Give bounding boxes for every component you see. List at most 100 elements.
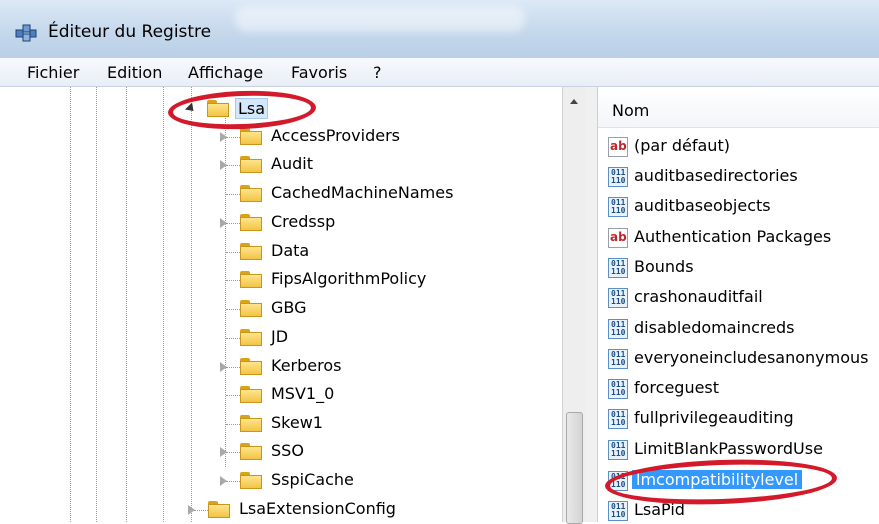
value-row[interactable]: 011 110 LimitBlankPasswordUse <box>606 436 879 464</box>
folder-icon <box>240 300 262 317</box>
value-row[interactable]: 011 110 forceguest <box>606 375 879 403</box>
value-name: auditbaseobjects <box>634 196 771 215</box>
folder-icon <box>240 386 262 403</box>
registry-editor-icon <box>15 24 37 42</box>
folder-icon <box>240 443 262 460</box>
binary-value-icon: 011 110 <box>608 471 628 491</box>
value-name: auditbasedirectories <box>634 166 798 185</box>
binary-value-icon: 011 110 <box>608 319 628 339</box>
registry-tree[interactable]: Lsa AccessProviders Audit CachedMachineN… <box>0 87 562 522</box>
tree-node-msv1-0[interactable]: MSV1_0 <box>214 381 514 408</box>
tree-node-jd[interactable]: JD <box>214 324 514 351</box>
binary-value-icon: 011 110 <box>608 379 628 399</box>
menu-affichage[interactable]: Affichage <box>188 63 263 82</box>
value-row[interactable]: 011 110 fullprivilegeauditing <box>606 405 879 433</box>
value-name: Authentication Packages <box>634 227 832 246</box>
value-name: everyoneincludesanonymous <box>634 348 869 367</box>
tree-node-cachedmachinenames[interactable]: CachedMachineNames <box>214 180 514 207</box>
folder-icon <box>240 128 262 145</box>
values-list[interactable]: Nom ab (par défaut) 011 110 auditbasedir… <box>598 87 879 522</box>
tree-node-lsa[interactable]: Lsa <box>180 96 300 123</box>
binary-value-icon: 011 110 <box>608 197 628 217</box>
tree-node-label: Kerberos <box>271 356 342 375</box>
folder-icon <box>208 501 230 518</box>
value-row[interactable]: 011 110 auditbasedirectories <box>606 163 879 191</box>
tree-node-label: FipsAlgorithmPolicy <box>271 269 427 288</box>
column-header-nom[interactable]: Nom <box>598 87 879 128</box>
binary-value-icon: 011 110 <box>608 258 628 278</box>
folder-icon <box>207 100 229 117</box>
scroll-thumb[interactable] <box>566 412 583 524</box>
binary-value-icon: 011 110 <box>608 501 628 521</box>
value-row[interactable]: ab (par défaut) <box>606 133 879 161</box>
string-value-icon: ab <box>608 137 628 157</box>
value-row[interactable]: 011 110 LsaPid <box>606 497 879 522</box>
binary-value-icon: 011 110 <box>608 440 628 460</box>
menu-bar: Fichier Edition Affichage Favoris ? <box>0 58 879 87</box>
value-name: crashonauditfail <box>634 287 763 306</box>
menu-fichier[interactable]: Fichier <box>27 63 79 82</box>
value-row[interactable]: 011 110 disabledomaincreds <box>606 315 879 343</box>
tree-node-skew1[interactable]: Skew1 <box>214 410 514 437</box>
tree-node-credssp[interactable]: Credssp <box>214 209 514 236</box>
binary-value-icon: 011 110 <box>608 167 628 187</box>
tree-node-lsaextensionconfig[interactable]: LsaExtensionConfig <box>182 496 482 522</box>
tree-node-fipsalgorithmpolicy[interactable]: FipsAlgorithmPolicy <box>214 266 514 293</box>
tree-node-label: SspiCache <box>271 470 354 489</box>
scroll-up-arrow-icon[interactable] <box>570 99 578 104</box>
value-name: disabledomaincreds <box>634 318 795 337</box>
value-name: Bounds <box>634 257 694 276</box>
tree-node-label: JD <box>271 327 289 346</box>
binary-value-icon: 011 110 <box>608 288 628 308</box>
folder-icon <box>240 358 262 375</box>
tree-node-audit[interactable]: Audit <box>214 151 514 178</box>
menu-help[interactable]: ? <box>373 63 382 82</box>
tree-node-sspicache[interactable]: SspiCache <box>214 467 514 494</box>
value-row[interactable]: 011 110 everyoneincludesanonymous <box>606 345 879 373</box>
folder-icon <box>240 415 262 432</box>
value-row[interactable]: 011 110 Bounds <box>606 254 879 282</box>
folder-icon <box>240 156 262 173</box>
pane-splitter[interactable] <box>585 87 598 522</box>
value-name: (par défaut) <box>634 136 730 155</box>
value-row-selected[interactable]: 011 110 lmcompatibilitylevel <box>606 467 879 495</box>
tree-node-label: Audit <box>271 154 313 173</box>
tree-node-data[interactable]: Data <box>214 238 514 265</box>
value-name: lmcompatibilitylevel <box>632 470 803 489</box>
folder-icon <box>240 271 262 288</box>
tree-node-kerberos[interactable]: Kerberos <box>214 353 514 380</box>
value-name: fullprivilegeauditing <box>634 408 794 427</box>
tree-node-label: AccessProviders <box>271 126 400 145</box>
value-row[interactable]: 011 110 auditbaseobjects <box>606 193 879 221</box>
string-value-icon: ab <box>608 228 628 248</box>
collapse-arrow-icon[interactable] <box>184 102 198 115</box>
binary-value-icon: 011 110 <box>608 349 628 369</box>
tree-scrollbar[interactable] <box>562 87 586 524</box>
window-title: Éditeur du Registre <box>48 22 212 42</box>
folder-icon <box>240 214 262 231</box>
menu-edition[interactable]: Edition <box>107 63 162 82</box>
tree-node-label: MSV1_0 <box>271 384 335 403</box>
title-bar: Éditeur du Registre <box>0 0 879 58</box>
folder-icon <box>240 243 262 260</box>
tree-node-label: Skew1 <box>271 413 323 432</box>
menu-favoris[interactable]: Favoris <box>291 63 347 82</box>
value-name: forceguest <box>634 378 720 397</box>
tree-node-sso[interactable]: SSO <box>214 438 514 465</box>
folder-icon <box>240 185 262 202</box>
folder-icon <box>240 329 262 346</box>
tree-node-accessproviders[interactable]: AccessProviders <box>214 123 514 150</box>
tree-node-label: Credssp <box>271 212 336 231</box>
binary-value-icon: 011 110 <box>608 409 628 429</box>
tree-node-label: LsaExtensionConfig <box>239 499 396 518</box>
value-row[interactable]: ab Authentication Packages <box>606 224 879 252</box>
value-name: LimitBlankPasswordUse <box>634 439 823 458</box>
tree-node-label: CachedMachineNames <box>271 183 454 202</box>
tree-node-label: Data <box>271 241 310 260</box>
value-row[interactable]: 011 110 crashonauditfail <box>606 284 879 312</box>
tree-node-gbg[interactable]: GBG <box>214 295 514 322</box>
folder-icon <box>240 472 262 489</box>
tree-node-label: GBG <box>271 298 307 317</box>
tree-node-label: Lsa <box>235 98 269 119</box>
value-name: LsaPid <box>634 500 685 519</box>
